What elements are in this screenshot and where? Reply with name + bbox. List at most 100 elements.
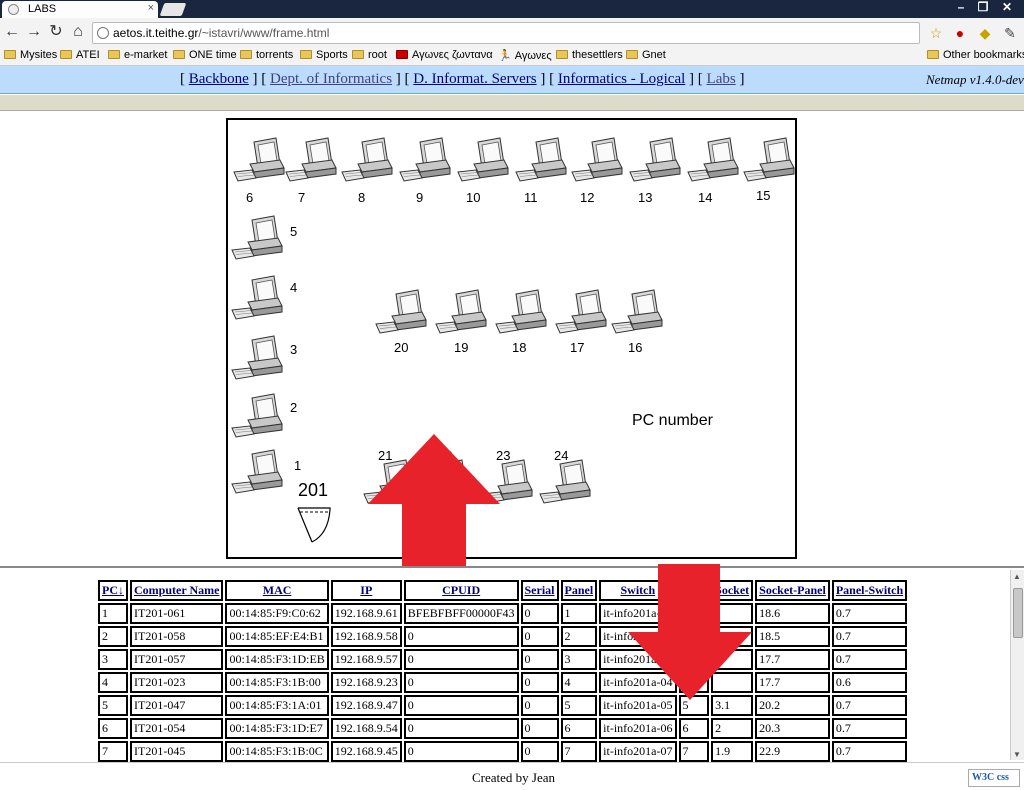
pc-9-label: 9 <box>416 190 424 205</box>
browser-tab[interactable]: LABS × <box>2 1 158 18</box>
live-icon <box>396 50 408 59</box>
table-row: 2 IT201-058 00:14:85:EF:E4:B1 192.168.9.58 0… <box>98 626 908 647</box>
table-cell: 192.168.9.47 <box>330 695 402 716</box>
pc-14-icon[interactable] <box>686 134 742 184</box>
table-cell: 0 <box>403 741 519 762</box>
link-backbone[interactable]: Backbone <box>189 71 249 87</box>
pc-1-icon[interactable] <box>230 446 286 496</box>
link-dept-informatics[interactable]: Dept. of Informatics <box>270 71 392 87</box>
table-cell: 00:14:85:F3:1B:0C <box>225 741 329 762</box>
column-header[interactable]: Panel <box>560 580 598 601</box>
bookmark-mysites[interactable]: Mysites <box>4 49 57 61</box>
star-icon[interactable]: ☆ <box>927 24 945 42</box>
column-header[interactable]: CPUID <box>403 580 519 601</box>
scroll-thumb[interactable] <box>1013 588 1023 638</box>
table-cell: 0 <box>403 672 519 693</box>
table-cell: it-info201a-06 <box>599 718 677 739</box>
bookmark-live-matches[interactable]: Αγωνες ζωντανα <box>396 49 493 61</box>
new-tab-button[interactable] <box>159 3 187 16</box>
netmap-links: [ Backbone ] [ Dept. of Informatics ] [ … <box>180 71 745 87</box>
folder-icon <box>927 50 939 59</box>
pc-7-icon[interactable] <box>284 134 340 184</box>
close-window-button[interactable]: ✕ <box>996 0 1018 16</box>
column-header[interactable]: IP <box>330 580 402 601</box>
link-informatics-logical[interactable]: Informatics - Logical <box>558 71 685 87</box>
pc-11-icon[interactable] <box>514 134 570 184</box>
pc-12-icon[interactable] <box>570 134 626 184</box>
pc-18-icon[interactable] <box>494 286 550 336</box>
forward-arrow-icon[interactable]: → <box>24 22 44 42</box>
pc-2-icon[interactable] <box>230 390 286 440</box>
address-bar[interactable]: aetos.it.teithe.gr/~istavri/www/frame.ht… <box>92 22 920 44</box>
bookmark-sports[interactable]: Sports <box>300 49 348 61</box>
link-informat-servers[interactable]: D. Informat. Servers <box>413 71 536 87</box>
bookmark-other[interactable]: Other bookmarks <box>927 49 1024 61</box>
folder-icon <box>240 50 252 59</box>
home-icon[interactable]: ⌂ <box>68 22 88 42</box>
pc-17-icon[interactable] <box>554 286 610 336</box>
table-cell: 4 <box>560 672 598 693</box>
table-cell: 0.7 <box>831 649 908 670</box>
table-cell: it-info201a-07 <box>599 741 677 762</box>
column-header[interactable]: PC↓ <box>98 580 128 601</box>
bookmark-root[interactable]: root <box>352 49 387 61</box>
pc-5-icon[interactable] <box>230 212 286 262</box>
reload-icon[interactable]: ↻ <box>46 22 66 42</box>
url-host: aetos.it.teithe.gr <box>113 26 199 40</box>
pc-24-icon[interactable] <box>538 456 594 506</box>
column-header[interactable]: Panel-Switch <box>831 580 908 601</box>
table-row: 1 IT201-061 00:14:85:F9:C0:62 192.168.9.61 B… <box>98 603 908 624</box>
table-cell: 0 <box>520 718 559 739</box>
pc-12-label: 12 <box>580 190 595 205</box>
scroll-down-icon[interactable]: ▼ <box>1013 750 1021 759</box>
pc-4-icon[interactable] <box>230 272 286 322</box>
back-arrow-icon[interactable]: ← <box>2 22 22 42</box>
link-labs[interactable]: Labs <box>707 71 736 87</box>
table-cell: 6 <box>560 718 598 739</box>
table-cell: 0 <box>520 741 559 762</box>
pc-16-icon[interactable] <box>610 286 666 336</box>
bookmark-atei[interactable]: ATEI <box>60 49 100 61</box>
pc-10-icon[interactable] <box>456 134 512 184</box>
bookmark-one-time[interactable]: ONE time <box>173 49 237 61</box>
minimize-button[interactable]: – <box>950 0 972 16</box>
table-cell: 6 <box>678 718 710 739</box>
up-arrow-icon <box>368 434 500 568</box>
column-header[interactable]: MAC <box>225 580 329 601</box>
maximize-button[interactable]: ❐ <box>972 0 994 16</box>
bookmark-matches[interactable]: 🏃 Αγωνες <box>498 49 552 62</box>
folder-icon <box>60 50 72 59</box>
table-cell: 00:14:85:EF:E4:B1 <box>225 626 329 647</box>
pc-13-icon[interactable] <box>628 134 684 184</box>
scroll-up-icon[interactable]: ▲ <box>1013 572 1021 581</box>
column-header[interactable]: Socket-Panel <box>755 580 830 601</box>
pc-4-label: 4 <box>290 280 298 295</box>
w3c-css-badge[interactable]: W3C css <box>968 769 1020 787</box>
pc-10-label: 10 <box>466 190 481 205</box>
column-header[interactable]: Serial <box>520 580 559 601</box>
column-header[interactable]: Computer Name <box>130 580 224 601</box>
wrench-icon[interactable]: ✎ <box>1001 24 1019 42</box>
pc-3-icon[interactable] <box>230 332 286 382</box>
pc-6-icon[interactable] <box>232 134 288 184</box>
pc-8-icon[interactable] <box>340 134 396 184</box>
pc-2-label: 2 <box>290 400 298 415</box>
pc-9-icon[interactable] <box>398 134 454 184</box>
close-tab-icon[interactable]: × <box>148 2 154 14</box>
bookmark-e-market[interactable]: e-market <box>108 49 167 61</box>
pc-20-icon[interactable] <box>374 286 430 336</box>
table-cell: 0.7 <box>831 718 908 739</box>
pc-15-icon[interactable] <box>742 134 798 184</box>
table-row: 6 IT201-054 00:14:85:F3:1D:E7 192.168.9.54 0… <box>98 718 908 739</box>
pc-19-icon[interactable] <box>434 286 490 336</box>
table-scrollbar[interactable]: ▲ ▼ <box>1010 570 1024 760</box>
bookmark-gnet[interactable]: Gnet <box>626 49 666 61</box>
bookmark-torrents[interactable]: torrents <box>240 49 293 61</box>
extension-icon[interactable]: ◆ <box>976 24 994 42</box>
pc-20-label: 20 <box>394 340 409 355</box>
bookmark-thesettlers[interactable]: thesettlers <box>556 49 623 61</box>
pc-13-label: 13 <box>638 190 653 205</box>
table-row: 7 IT201-045 00:14:85:F3:1B:0C 192.168.9.45 0… <box>98 741 908 762</box>
table-cell: 1.9 <box>711 741 754 762</box>
adblock-icon[interactable]: ● <box>951 24 969 42</box>
